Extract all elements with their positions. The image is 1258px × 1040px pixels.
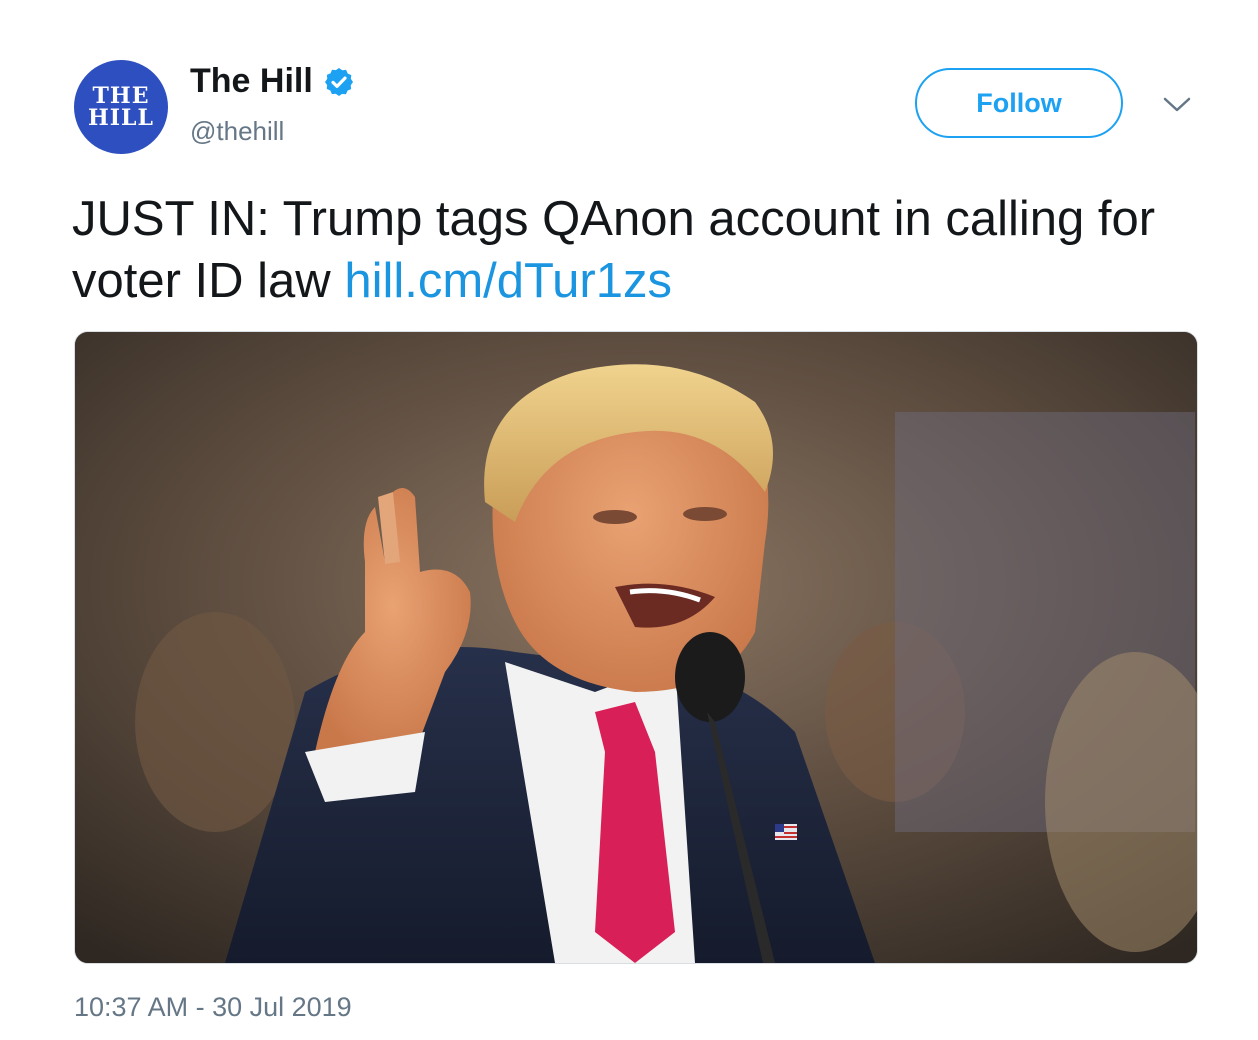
tweet-text: JUST IN: Trump tags QAnon account in cal… [72, 188, 1182, 312]
verified-badge-icon [324, 67, 353, 96]
chevron-down-icon[interactable] [1160, 92, 1194, 116]
display-name[interactable]: The Hill [190, 62, 313, 101]
tweet-timestamp[interactable]: 10:37 AM - 30 Jul 2019 [74, 992, 352, 1023]
avatar-logo-line1: THE [92, 83, 150, 109]
photo-illustration [75, 332, 1197, 963]
tweet-media-image[interactable] [74, 331, 1198, 964]
follow-button[interactable]: Follow [915, 68, 1123, 138]
author-name-row: The Hill [190, 62, 355, 101]
avatar[interactable]: THE HILL [74, 60, 168, 154]
tweet-card: THE HILL The Hill @thehill Follow JUST I… [0, 0, 1258, 1040]
author-handle[interactable]: @thehill [190, 116, 284, 147]
tweet-link[interactable]: hill.cm/dTur1zs [344, 254, 672, 308]
avatar-logo-line2: HILL [87, 105, 154, 131]
